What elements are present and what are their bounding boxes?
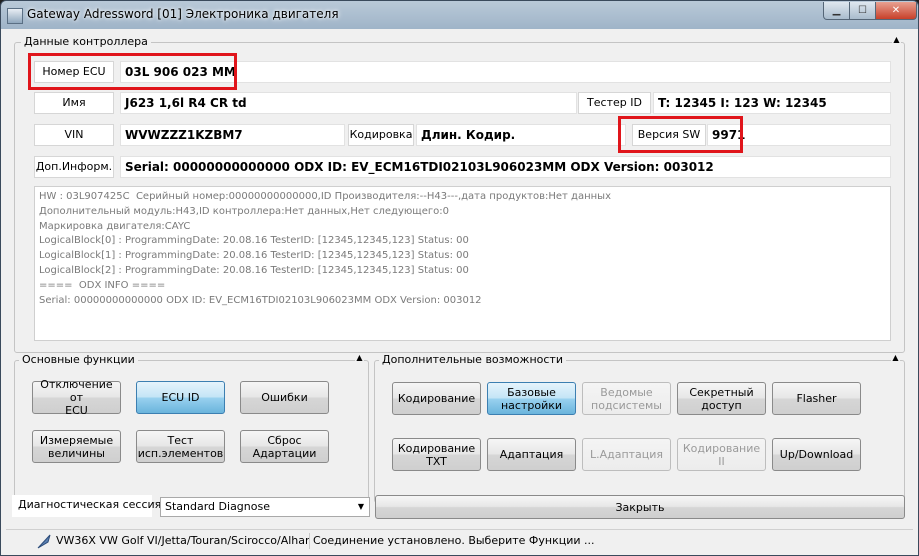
name-value: J623 1,6l R4 CR td <box>120 92 577 114</box>
collapse-arrow-icon[interactable]: ▲ <box>891 353 900 362</box>
session-selected-value: Standard Diagnose <box>165 500 270 513</box>
errors-button[interactable]: Ошибки <box>240 381 329 414</box>
vin-value: WVWZZZ1KZBM7 <box>120 124 345 146</box>
reset-adaptation-button[interactable]: Сброс Адартации <box>240 430 329 463</box>
subsystems-button[interactable]: Ведомые подсистемы <box>582 382 671 415</box>
flasher-button[interactable]: Flasher <box>772 382 861 415</box>
name-label: Имя <box>34 92 114 114</box>
minimize-button[interactable]: ▁ <box>823 2 850 20</box>
controller-data-legend: Данные контроллера <box>21 35 151 48</box>
info-line: Дополнительный модуль:H43,ID контроллера… <box>39 205 449 217</box>
controller-data-group: Данные контроллера ▲ Номер ECU 03L 906 0… <box>14 35 905 353</box>
extra-functions-group: Дополнительные возможности ▲ Кодирование… <box>374 353 905 503</box>
status-bar: VW36X VW Golf VI/Jetta/Touran/Scirocco/A… <box>6 529 913 552</box>
client-area: Данные контроллера ▲ Номер ECU 03L 906 0… <box>6 29 913 552</box>
title-bar[interactable]: Gateway Adressword [01] Электроника двиг… <box>1 1 918 29</box>
status-vehicle: VW36X VW Golf VI/Jetta/Touran/Scirocco/A… <box>56 534 309 547</box>
info-line: LogicalBlock[2] : ProgrammingDate: 20.08… <box>39 264 469 276</box>
info-line: HW : 03L907425C Серийный номер:000000000… <box>39 191 611 202</box>
security-access-button[interactable]: Секретный доступ <box>677 382 766 415</box>
session-select[interactable]: Standard Diagnose ▼ <box>160 497 370 517</box>
tester-id-label: Тестер ID <box>578 92 651 114</box>
info-line: ==== ODX INFO ==== <box>39 279 166 291</box>
chevron-down-icon[interactable]: ▼ <box>353 498 369 516</box>
actuator-test-button[interactable]: Тест исп.элементов <box>136 430 225 463</box>
highlight-frame <box>28 53 237 90</box>
highlight-frame <box>618 116 743 153</box>
measured-values-button[interactable]: Измеряемые величины <box>32 430 121 463</box>
coding-txt-button[interactable]: Кодирование TXT <box>392 438 481 471</box>
collapse-arrow-icon[interactable]: ▲ <box>892 35 901 44</box>
tester-id-value: T: 12345 I: 123 W: 12345 <box>653 92 891 114</box>
main-functions-legend: Основные функции <box>19 353 138 366</box>
vin-label: VIN <box>34 124 114 146</box>
app-icon <box>7 8 23 24</box>
coding-label: Кодировка <box>348 124 414 146</box>
ecu-id-button[interactable]: ECU ID <box>136 381 225 414</box>
close-window-button[interactable]: ✕ <box>875 2 917 20</box>
l-adaptation-button[interactable]: L.Адаптация <box>582 438 671 471</box>
info-line: LogicalBlock[1] : ProgrammingDate: 20.08… <box>39 250 469 262</box>
basic-settings-button[interactable]: Базовые настройки <box>487 382 576 415</box>
ecu-info-text: HW : 03L907425C Серийный номер:000000000… <box>34 186 891 341</box>
maximize-button[interactable]: ☐ <box>849 2 876 20</box>
collapse-arrow-icon[interactable]: ▲ <box>355 353 364 362</box>
extra-info-label: Доп.Информ. <box>34 156 114 178</box>
coding-value: Длин. Кодир. <box>416 124 626 146</box>
info-line: LogicalBlock[0] : ProgrammingDate: 20.08… <box>39 235 469 247</box>
info-line: Маркировка двигателя:CAYC <box>39 220 191 232</box>
session-label: Диагностическая сессия <box>12 495 161 517</box>
close-button[interactable]: Закрыть <box>375 495 905 519</box>
main-functions-group: Основные функции ▲ Отключение от ECU ECU… <box>14 353 369 503</box>
extra-info-value: Serial: 00000000000000 ODX ID: EV_ECM16T… <box>120 156 891 178</box>
info-line: Serial: 00000000000000 ODX ID: EV_ECM16T… <box>39 294 482 306</box>
extra-functions-legend: Дополнительные возможности <box>379 353 566 366</box>
status-message: Соединение установлено. Выберите Функции… <box>309 533 913 549</box>
up-download-button[interactable]: Up/Download <box>772 438 861 471</box>
app-window: Gateway Adressword [01] Электроника двиг… <box>0 0 919 556</box>
adaptation-button[interactable]: Адаптация <box>487 438 576 471</box>
feather-icon <box>37 534 51 549</box>
window-title: Gateway Adressword [01] Электроника двиг… <box>27 7 339 21</box>
disconnect-ecu-button[interactable]: Отключение от ECU <box>32 378 121 417</box>
coding-button[interactable]: Кодирование <box>392 382 481 415</box>
coding-ii-button[interactable]: Кодирование II <box>677 438 766 471</box>
